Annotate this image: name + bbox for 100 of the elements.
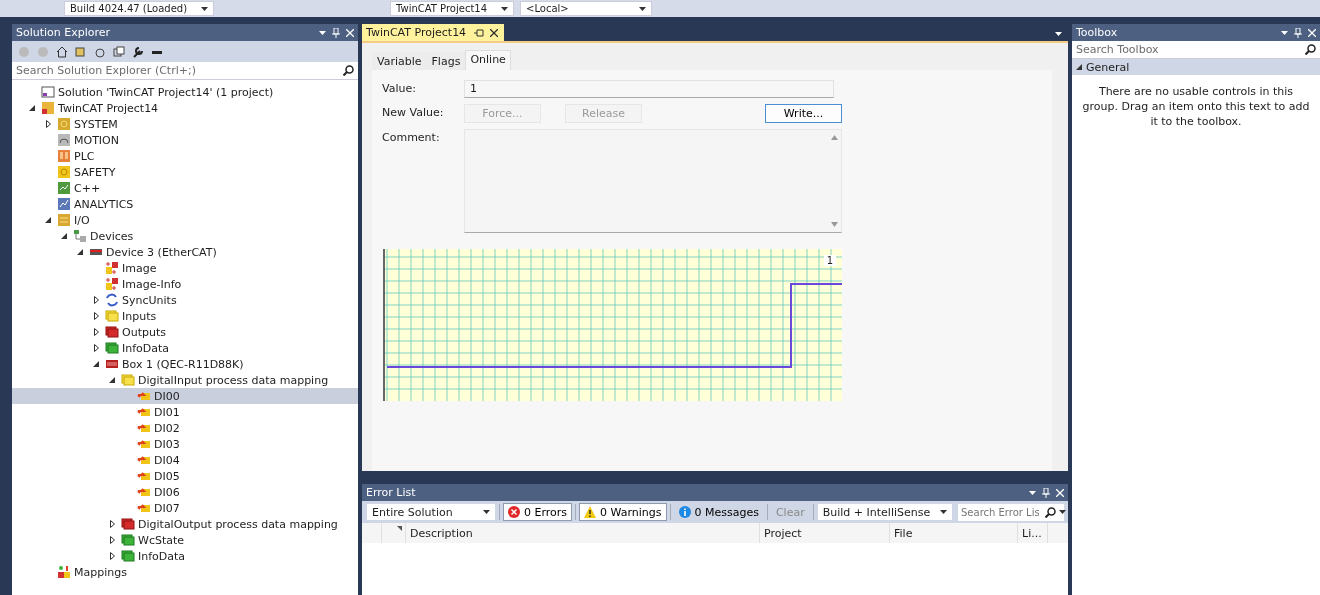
- tree-item[interactable]: DI00: [12, 388, 358, 404]
- expanded-arrow-icon[interactable]: [1076, 64, 1082, 70]
- collapsed-arrow-icon[interactable]: [109, 520, 115, 528]
- dropdown-caret-icon[interactable]: [939, 510, 947, 514]
- collapsed-arrow-icon[interactable]: [109, 552, 115, 560]
- home-icon[interactable]: [56, 45, 68, 58]
- button[interactable]: Write...: [765, 104, 842, 123]
- collapsed-arrow-icon[interactable]: [93, 296, 99, 304]
- tree-item[interactable]: DI01: [12, 404, 358, 420]
- expanded-arrow-icon[interactable]: [109, 377, 115, 383]
- collapsed-arrow-icon[interactable]: [93, 344, 99, 352]
- tree-item[interactable]: Box 1 (QEC-R11D88K): [12, 356, 358, 372]
- wrench-icon[interactable]: [132, 45, 144, 58]
- search-icon[interactable]: [1305, 44, 1316, 55]
- tree-item[interactable]: PLC: [12, 148, 358, 164]
- group-header[interactable]: General: [1072, 59, 1320, 75]
- dropdown-caret-icon[interactable]: [1055, 32, 1062, 36]
- tree-item[interactable]: Devices: [12, 228, 358, 244]
- document-tab[interactable]: TwinCAT Project14: [362, 24, 505, 41]
- expanded-arrow-icon[interactable]: [77, 249, 83, 255]
- collapsed-arrow-icon[interactable]: [93, 312, 99, 320]
- dropdown-caret-icon[interactable]: [201, 6, 208, 11]
- expanded-arrow-icon[interactable]: [61, 233, 67, 239]
- tree-item[interactable]: Inputs: [12, 308, 358, 324]
- tree-item[interactable]: DI04: [12, 452, 358, 468]
- variable-icon: [137, 389, 151, 403]
- sort-icon[interactable]: [397, 526, 402, 531]
- collapsed-arrow-icon[interactable]: [93, 328, 99, 336]
- expanded-arrow-icon[interactable]: [29, 105, 35, 111]
- search-field[interactable]: Search Solution Explorer (Ctrl+;): [12, 64, 343, 77]
- network-icon: [73, 229, 87, 243]
- tree-item[interactable]: DI03: [12, 436, 358, 452]
- variable-icon: [137, 405, 151, 419]
- tree-item[interactable]: Mappings: [12, 564, 358, 580]
- tree-item[interactable]: DI07: [12, 500, 358, 516]
- tree-item[interactable]: DI06: [12, 484, 358, 500]
- dropdown-caret-icon[interactable]: [639, 6, 646, 11]
- column-header[interactable]: Description: [406, 523, 760, 543]
- tree-item[interactable]: C++: [12, 180, 358, 196]
- tree-item[interactable]: Image-Info: [12, 276, 358, 292]
- dropdown-caret-icon[interactable]: [1059, 510, 1066, 514]
- error-icon: [508, 506, 520, 518]
- comment-field[interactable]: [464, 129, 842, 233]
- field-label: Value:: [382, 81, 417, 95]
- dropdown-caret-icon[interactable]: [1281, 30, 1288, 35]
- expanded-arrow-icon[interactable]: [45, 217, 51, 223]
- tree-item[interactable]: SYSTEM: [12, 116, 358, 132]
- tab[interactable]: Flags: [426, 52, 466, 70]
- tree-item[interactable]: InfoData: [12, 340, 358, 356]
- warning-icon: [584, 506, 597, 518]
- dropdown-caret-icon[interactable]: [319, 30, 326, 35]
- tree-item[interactable]: ANALYTICS: [12, 196, 358, 212]
- column-header[interactable]: Li...: [1018, 523, 1048, 543]
- close-icon[interactable]: [490, 28, 499, 37]
- expanded-arrow-icon[interactable]: [93, 361, 99, 367]
- tree-item[interactable]: Image: [12, 260, 358, 276]
- tree-item[interactable]: DI02: [12, 420, 358, 436]
- tree-item[interactable]: Device 3 (EtherCAT): [12, 244, 358, 260]
- tree-item[interactable]: WcState: [12, 532, 358, 548]
- variable-icon: [137, 421, 151, 435]
- tree-item[interactable]: Solution 'TwinCAT Project14' (1 project): [12, 84, 358, 100]
- field-label: New Value:: [382, 105, 445, 119]
- tree-item[interactable]: InfoData: [12, 548, 358, 564]
- scroll-down-icon[interactable]: [830, 222, 838, 227]
- search-field[interactable]: Search Toolbox: [1072, 43, 1305, 56]
- dropdown[interactable]: <Local>: [520, 1, 652, 16]
- pages-icon[interactable]: [113, 45, 125, 58]
- column-header[interactable]: Project: [760, 523, 890, 543]
- dropdown[interactable]: Entire Solution: [366, 503, 496, 521]
- folder-icon: [105, 341, 119, 355]
- filter-button[interactable]: 0 Messages: [673, 503, 764, 521]
- tree-item[interactable]: DI05: [12, 468, 358, 484]
- tree-item[interactable]: MOTION: [12, 132, 358, 148]
- tab[interactable]: Online: [465, 50, 511, 70]
- dropdown-caret-icon[interactable]: [1029, 490, 1036, 495]
- tree-item[interactable]: DigitalOutput process data mapping: [12, 516, 358, 532]
- dropdown[interactable]: Build + IntelliSense: [816, 503, 953, 521]
- variable-icon: [137, 437, 151, 451]
- tree-item[interactable]: SAFETY: [12, 164, 358, 180]
- dropdown-caret-icon[interactable]: [483, 510, 490, 514]
- search-icon[interactable]: [343, 65, 354, 76]
- scroll-up-icon[interactable]: [830, 135, 838, 140]
- collapsed-arrow-icon[interactable]: [45, 120, 51, 128]
- tab[interactable]: Variable: [372, 52, 427, 70]
- panel-title: Error List: [366, 486, 416, 499]
- column-header[interactable]: File: [890, 523, 1018, 543]
- collapsed-arrow-icon[interactable]: [109, 536, 115, 544]
- filter-button[interactable]: 0 Warnings: [579, 503, 667, 521]
- tree-item[interactable]: TwinCAT Project14: [12, 100, 358, 116]
- dropdown-caret-icon[interactable]: [501, 6, 508, 11]
- tree-item[interactable]: DigitalInput process data mapping: [12, 372, 358, 388]
- variable-icon: [137, 485, 151, 499]
- filter-button[interactable]: 0 Errors: [503, 503, 573, 521]
- search-icon[interactable]: [1045, 506, 1056, 518]
- search-field[interactable]: Search Error Lis: [958, 503, 1064, 521]
- dropdown[interactable]: Build 4024.47 (Loaded): [64, 1, 214, 16]
- tree-item[interactable]: Outputs: [12, 324, 358, 340]
- dropdown[interactable]: TwinCAT Project14: [390, 1, 514, 16]
- tree-item[interactable]: I/O: [12, 212, 358, 228]
- tree-item[interactable]: SyncUnits: [12, 292, 358, 308]
